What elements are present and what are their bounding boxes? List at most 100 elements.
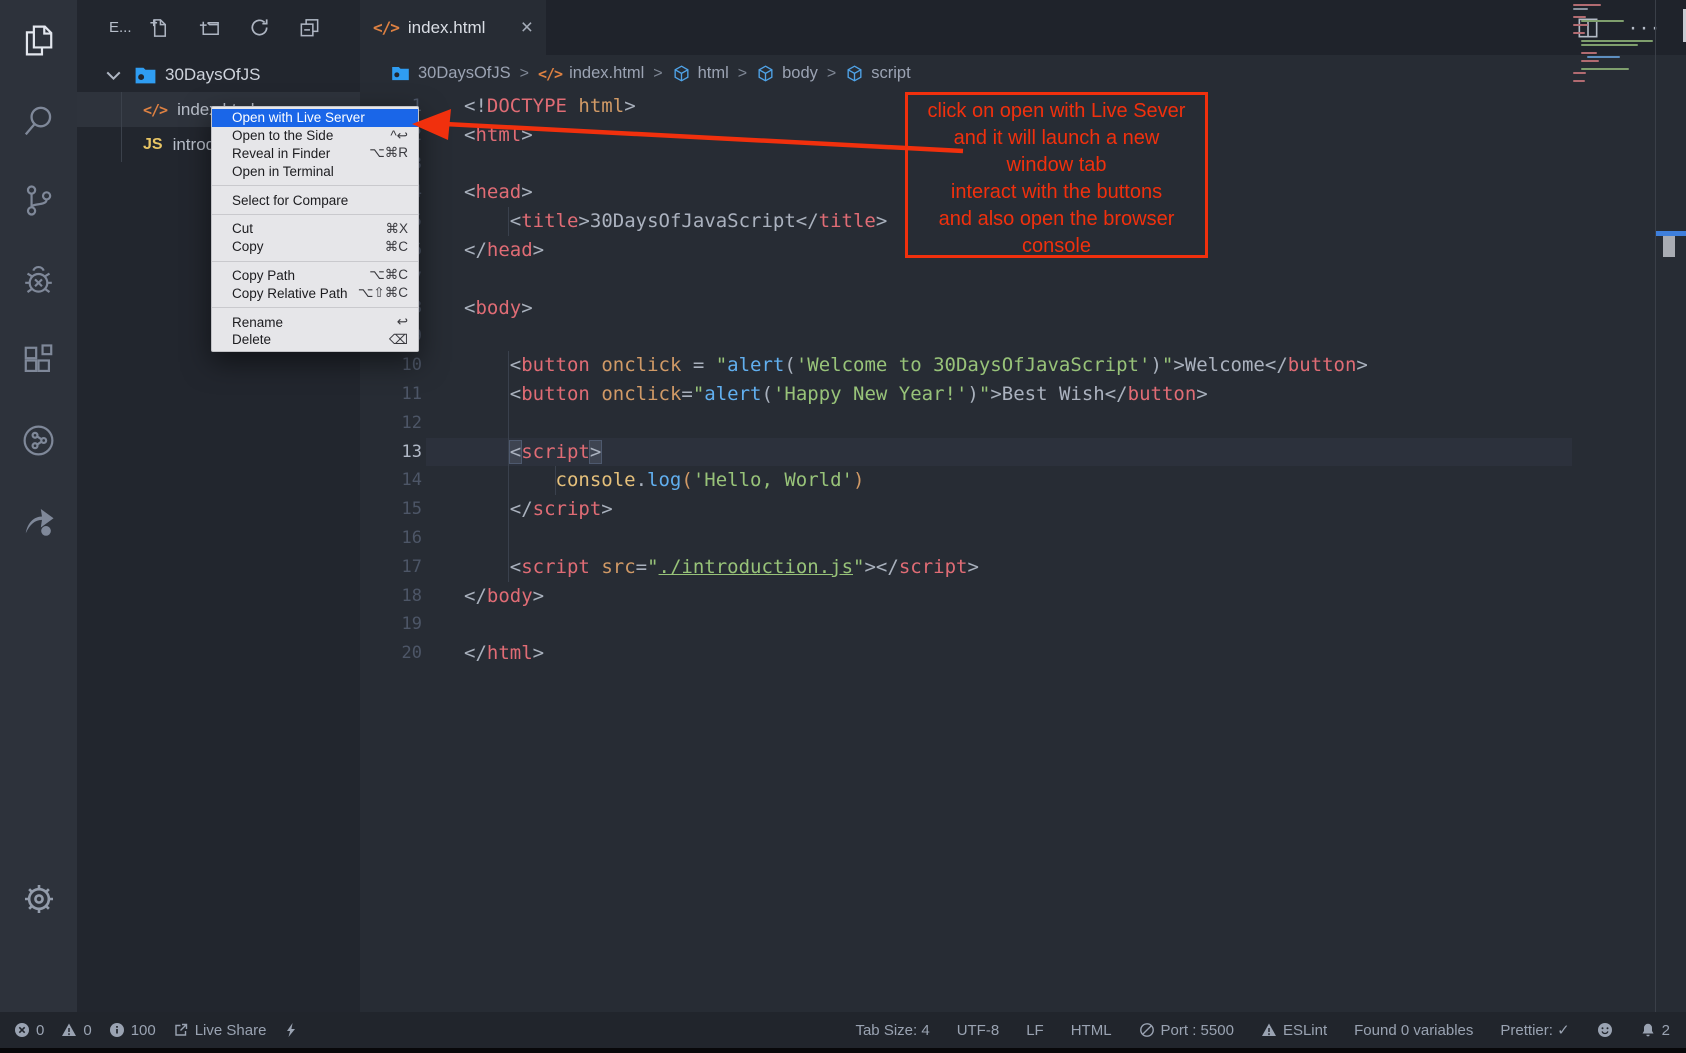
warning-icon — [61, 1022, 77, 1038]
status-item-lf[interactable]: LF — [1026, 1022, 1044, 1039]
code-line-16[interactable]: 16 — [360, 524, 1686, 553]
status-item-100[interactable]: 100 — [109, 1022, 156, 1039]
menu-separator — [212, 307, 418, 308]
new-file-icon[interactable] — [148, 16, 171, 39]
menu-shortcut: ^↩ — [390, 128, 408, 144]
code-line-13[interactable]: 13 <script> — [360, 438, 1686, 467]
vscode-window: E... 30DaysOfJS </>index.htmlJSintroduct… — [0, 0, 1686, 1053]
status-item-live-share[interactable]: Live Share — [173, 1022, 267, 1039]
activity-bar-source-control-icon[interactable] — [0, 160, 77, 240]
activity-bar-explorer-icon[interactable] — [0, 0, 77, 80]
menu-item-open-with-live-server[interactable]: Open with Live Server — [212, 109, 418, 127]
code-line-17[interactable]: 17 <script src="./introduction.js"></scr… — [360, 553, 1686, 582]
indent-guide — [508, 409, 509, 438]
symbol-cube-icon — [756, 64, 775, 83]
menu-shortcut: ⌥⇧⌘C — [358, 285, 408, 301]
menu-item-open-in-terminal[interactable]: Open in Terminal — [212, 162, 418, 180]
code-line-7[interactable]: 7 — [360, 265, 1686, 294]
status-item-html[interactable]: HTML — [1071, 1022, 1112, 1039]
circle-slash-icon — [1139, 1022, 1155, 1038]
annotation-text-line: console — [1022, 233, 1091, 260]
status-label: 0 — [36, 1022, 44, 1039]
breadcrumb-item-html[interactable]: html — [672, 64, 729, 83]
menu-shortcut: ↩ — [397, 314, 408, 330]
status-item-port-5500[interactable]: Port : 5500 — [1139, 1022, 1234, 1039]
activity-bar-search-icon[interactable] — [0, 80, 77, 160]
close-icon[interactable]: × — [521, 17, 533, 38]
status-item-0[interactable]: 0 — [61, 1022, 91, 1039]
status-item-bolt-icon[interactable] — [283, 1022, 299, 1038]
status-item-utf-8[interactable]: UTF-8 — [957, 1022, 1000, 1039]
menu-item-copy[interactable]: Copy⌘C — [212, 238, 418, 256]
html-file-icon: </> — [538, 65, 562, 83]
activity-bar-extensions-icon[interactable] — [0, 320, 77, 400]
code-text: </script> — [464, 495, 613, 524]
breadcrumb-item-30daysofjs[interactable]: 30DaysOfJS — [390, 63, 511, 84]
warning-filled-icon — [1261, 1022, 1277, 1038]
code-line-12[interactable]: 12 — [360, 409, 1686, 438]
menu-item-rename[interactable]: Rename↩ — [212, 313, 418, 331]
new-folder-icon[interactable] — [198, 16, 221, 39]
indent-guide — [508, 524, 509, 553]
code-line-18[interactable]: 18</body> — [360, 582, 1686, 611]
breadcrumb-item-body[interactable]: body — [756, 64, 818, 83]
menu-item-reveal-in-finder[interactable]: Reveal in Finder⌥⌘R — [212, 145, 418, 163]
code-line-19[interactable]: 19 — [360, 610, 1686, 639]
annotation-text-line: window tab — [1006, 152, 1106, 179]
status-item-found-0-variables[interactable]: Found 0 variables — [1354, 1022, 1473, 1039]
code-line-11[interactable]: 11 <button onclick="alert('Happy New Yea… — [360, 380, 1686, 409]
tab-index-html[interactable]: </> index.html × — [360, 0, 546, 55]
status-item-prettier[interactable]: Prettier: ✓ — [1500, 1021, 1569, 1039]
menu-item-copy-path[interactable]: Copy Path⌥⌘C — [212, 267, 418, 285]
breadcrumb-item-script[interactable]: script — [845, 64, 910, 83]
collapse-folders-icon[interactable] — [298, 16, 321, 39]
breadcrumb-item-index-html[interactable]: </>index.html — [538, 64, 644, 83]
line-number: 17 — [360, 553, 422, 582]
code-line-14[interactable]: 14 console.log('Hello, World') — [360, 466, 1686, 495]
breadcrumb-separator: > — [520, 65, 529, 83]
activity-bar — [0, 0, 77, 1053]
status-item-smiley-icon[interactable] — [1597, 1022, 1613, 1038]
menu-item-cut[interactable]: Cut⌘X — [212, 220, 418, 238]
code-line-9[interactable]: 9 — [360, 322, 1686, 351]
folder-icon — [133, 63, 158, 88]
folder-icon — [390, 63, 411, 84]
activity-bar-share-arrow-icon[interactable] — [0, 480, 77, 560]
html-file-icon: </> — [143, 101, 167, 119]
line-number: 13 — [360, 438, 422, 467]
folder-name: 30DaysOfJS — [165, 65, 260, 85]
refresh-icon[interactable] — [248, 16, 271, 39]
line-number: 19 — [360, 610, 422, 639]
code-text: <!DOCTYPE html> — [464, 92, 636, 121]
error-icon — [14, 1022, 30, 1038]
minimap[interactable] — [1573, 4, 1655, 92]
chevron-down-icon — [101, 63, 126, 88]
status-label: Found 0 variables — [1354, 1022, 1473, 1039]
annotation-box: click on open with Live Severand it will… — [905, 92, 1208, 258]
context-menu: Open with Live ServerOpen to the Side^↩R… — [211, 106, 419, 352]
status-item-tab-size-4[interactable]: Tab Size: 4 — [855, 1022, 929, 1039]
bell-icon — [1640, 1022, 1656, 1038]
settings-gear-icon[interactable] — [0, 876, 77, 922]
status-label: ESLint — [1283, 1022, 1327, 1039]
code-line-15[interactable]: 15 </script> — [360, 495, 1686, 524]
code-line-8[interactable]: 8<body> — [360, 294, 1686, 323]
menu-item-copy-relative-path[interactable]: Copy Relative Path⌥⇧⌘C — [212, 284, 418, 302]
code-line-20[interactable]: 20</html> — [360, 639, 1686, 668]
menu-item-open-to-the-side[interactable]: Open to the Side^↩ — [212, 127, 418, 145]
status-item-eslint[interactable]: ESLint — [1261, 1022, 1327, 1039]
code-line-10[interactable]: 10 <button onclick = "alert('Welcome to … — [360, 351, 1686, 380]
folder-row-30daysofjs[interactable]: 30DaysOfJS — [77, 58, 360, 92]
line-number: 11 — [360, 380, 422, 409]
html-file-icon: </> — [373, 18, 399, 37]
status-item-0[interactable]: 0 — [14, 1022, 44, 1039]
activity-bar-live-share-circle-icon[interactable] — [0, 400, 77, 480]
menu-item-select-for-compare[interactable]: Select for Compare — [212, 191, 418, 209]
annotation-text-line: and it will launch a new — [954, 125, 1160, 152]
scrollbar-thumb[interactable] — [1663, 236, 1675, 257]
activity-bar-debug-icon[interactable] — [0, 240, 77, 320]
menu-item-delete[interactable]: Delete⌫ — [212, 331, 418, 349]
indent-guide — [121, 92, 122, 162]
code-text: console.log('Hello, World') — [464, 466, 864, 495]
status-item-2[interactable]: 2 — [1640, 1022, 1670, 1039]
